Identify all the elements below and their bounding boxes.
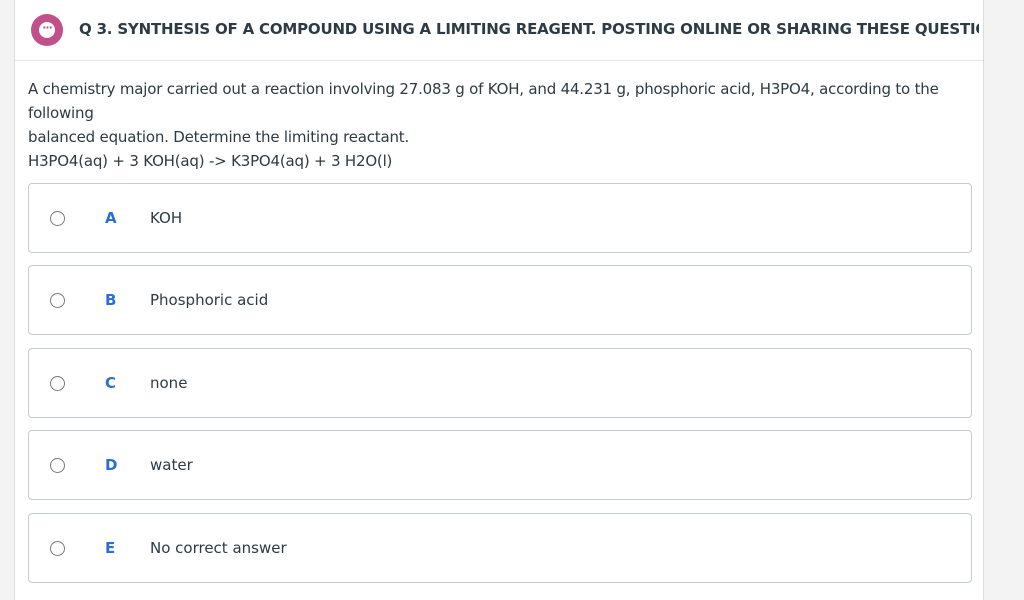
page-background: ··· Q 3. SYNTHESIS OF A COMPOUND USING A… [0, 0, 1024, 600]
option-letter: B [105, 291, 117, 309]
question-equation: H3PO4(aq) + 3 KOH(aq) -> K3PO4(aq) + 3 H… [28, 152, 393, 170]
answer-option-c[interactable]: C none [28, 348, 972, 418]
answer-option-a[interactable]: A KOH [28, 183, 972, 253]
option-letter: A [105, 209, 117, 227]
question-title: Q 3. SYNTHESIS OF A COMPOUND USING A LIM… [79, 20, 979, 38]
question-header: ··· Q 3. SYNTHESIS OF A COMPOUND USING A… [15, 0, 983, 61]
answer-option-b[interactable]: B Phosphoric acid [28, 265, 972, 335]
radio-button[interactable] [50, 458, 65, 473]
question-card: ··· Q 3. SYNTHESIS OF A COMPOUND USING A… [14, 0, 984, 600]
option-text: water [150, 456, 193, 474]
question-text-line-1: A chemistry major carried out a reaction… [28, 80, 939, 122]
option-text: No correct answer [150, 539, 287, 557]
option-letter: C [105, 374, 117, 392]
option-text: none [150, 374, 188, 392]
option-text: KOH [150, 209, 183, 227]
answer-option-d[interactable]: D water [28, 430, 972, 500]
radio-button[interactable] [50, 293, 65, 308]
radio-button[interactable] [50, 541, 65, 556]
chat-bubble-icon: ··· [39, 22, 55, 38]
question-text-line-2: balanced equation. Determine the limitin… [28, 128, 410, 146]
radio-button[interactable] [50, 376, 65, 391]
answer-option-e[interactable]: E No correct answer [28, 513, 972, 583]
option-letter: E [105, 539, 116, 557]
option-letter: D [105, 456, 118, 474]
question-badge: ··· [31, 14, 63, 46]
radio-button[interactable] [50, 211, 65, 226]
question-body: A chemistry major carried out a reaction… [28, 77, 968, 173]
option-text: Phosphoric acid [150, 291, 269, 309]
